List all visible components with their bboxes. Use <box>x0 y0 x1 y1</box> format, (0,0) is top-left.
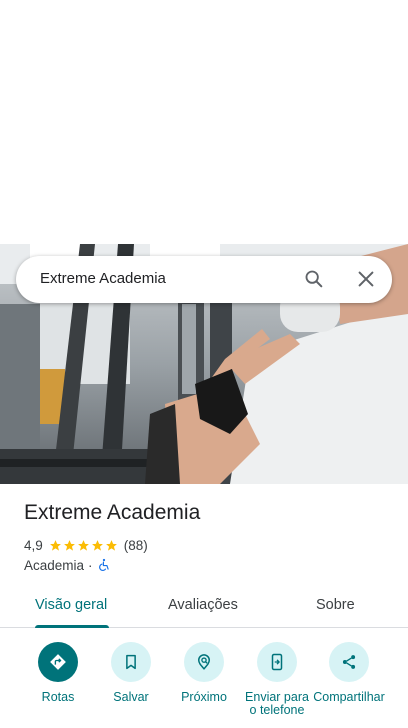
active-tab-indicator <box>35 625 109 628</box>
close-icon[interactable] <box>355 268 377 290</box>
star-icon <box>77 539 89 551</box>
rating-row[interactable]: 4,9 (88) <box>24 537 148 553</box>
directions-icon <box>50 654 66 670</box>
nearby-icon <box>197 654 211 670</box>
bookmark-icon <box>126 654 136 670</box>
place-category: Academia <box>24 557 85 573</box>
tab-about[interactable]: Sobre <box>316 597 355 613</box>
separator-dot: · <box>88 557 93 573</box>
star-icon <box>91 539 103 551</box>
save-label: Salvar <box>113 690 149 704</box>
directions-button[interactable]: Rotas <box>22 642 94 704</box>
rating-value: 4,9 <box>24 537 43 553</box>
send-to-phone-label: Enviar para o telefone <box>245 690 309 717</box>
save-button[interactable]: Salvar <box>95 642 167 704</box>
rating-stars <box>49 539 118 552</box>
nearby-button[interactable]: Próximo <box>168 642 240 704</box>
share-circle[interactable] <box>329 642 369 682</box>
search-query-text[interactable]: Extreme Academia <box>40 270 166 287</box>
send-to-phone-button[interactable]: Enviar para o telefone <box>241 642 313 717</box>
share-button[interactable]: Compartilhar <box>313 642 385 704</box>
send-to-phone-icon <box>271 653 283 671</box>
place-name: Extreme Academia <box>24 501 201 524</box>
star-icon <box>63 539 75 551</box>
tab-overview[interactable]: Visão geral <box>35 597 107 613</box>
directions-label: Rotas <box>41 690 75 704</box>
place-tabs: Visão geral Avaliações Sobre <box>0 584 408 628</box>
send-to-phone-circle[interactable] <box>257 642 297 682</box>
place-details-screen: Extreme Academia Extreme Academia 4,9 (8… <box>0 0 408 728</box>
map-area-blank <box>0 0 408 244</box>
search-bar[interactable]: Extreme Academia <box>16 256 392 303</box>
search-icon[interactable] <box>303 268 325 290</box>
share-label: Compartilhar <box>313 690 385 704</box>
star-icon <box>49 539 61 551</box>
share-icon <box>342 655 356 669</box>
tab-reviews[interactable]: Avaliações <box>168 597 238 613</box>
directions-circle[interactable] <box>38 642 78 682</box>
category-row: Academia · <box>24 557 111 573</box>
wheelchair-accessible-icon <box>98 558 109 571</box>
nearby-label: Próximo <box>181 690 227 704</box>
save-circle[interactable] <box>111 642 151 682</box>
star-icon <box>105 539 117 551</box>
nearby-circle[interactable] <box>184 642 224 682</box>
review-count[interactable]: (88) <box>124 538 148 553</box>
